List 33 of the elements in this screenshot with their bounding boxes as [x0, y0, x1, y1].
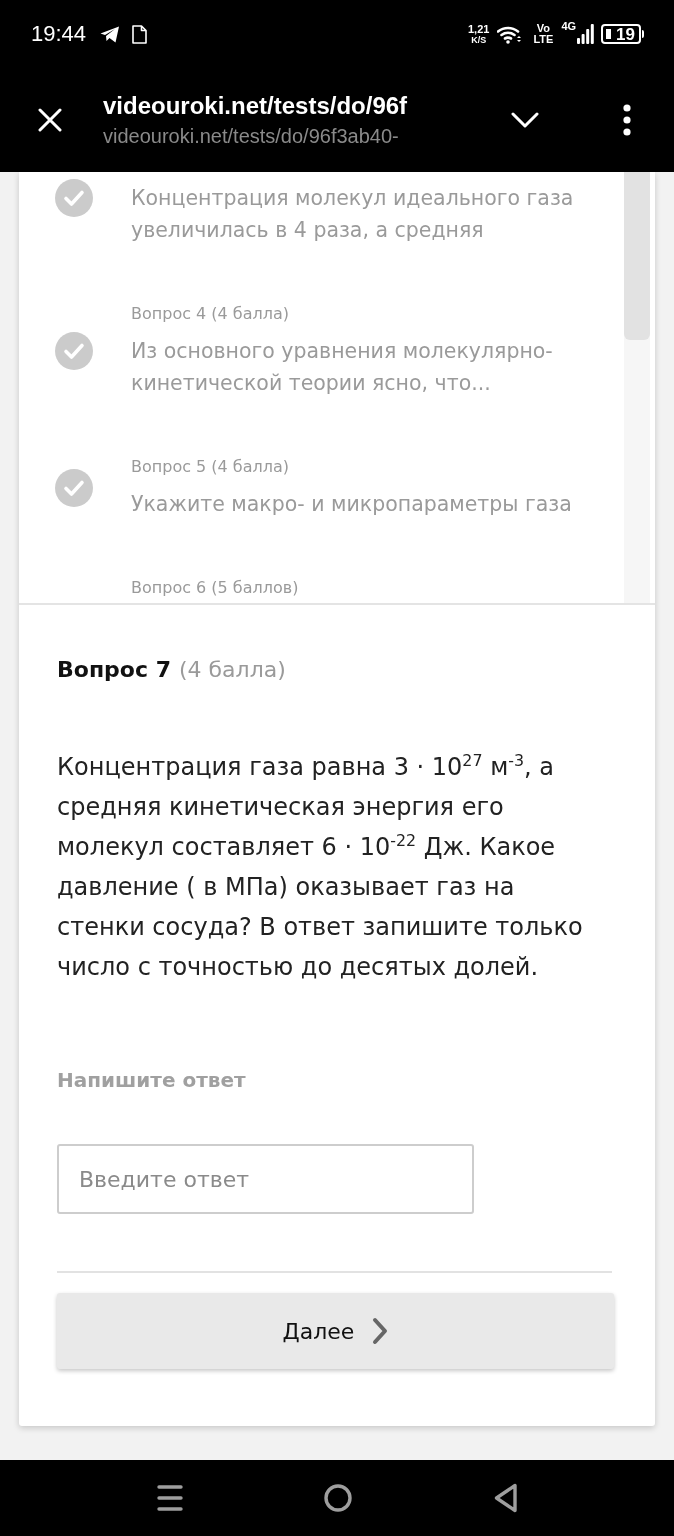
next-button[interactable]: Далее: [57, 1293, 614, 1369]
clock-time: 19:44: [31, 21, 87, 47]
battery-indicator: 19: [601, 24, 644, 44]
page-url: videouroki.net/tests/do/96f3ab40-: [103, 124, 400, 149]
question-title[interactable]: Из основного уравнения молекулярно-кинетической теории ясно, что...: [131, 335, 624, 399]
scrollbar-thumb[interactable]: [624, 172, 650, 340]
question-text: Концентрация газа равна 3 · 10$^{27}$ м$^{-3}$, а средняя кинетическая энергия его молекул составляет 6 · 10$^{-22}$ Дж. Какое давление ( в МПа) оказывает газ на стенки сосуда? В ответ запишите только число с точностью до десятых долей.: [57, 750, 584, 983]
wifi-icon: [497, 24, 524, 44]
close-icon[interactable]: [38, 108, 62, 132]
lte-label: LTE: [533, 34, 554, 45]
answer-label: Напишите ответ: [57, 1067, 247, 1094]
question-points-label: Вопрос 6 (5 баллов): [131, 577, 299, 599]
question-points: (4 балла): [178, 657, 286, 682]
menu-icon[interactable]: [157, 1484, 183, 1512]
network-speed: 1,21: [468, 23, 490, 35]
question-points-label: Вопрос 4 (4 балла): [131, 303, 290, 325]
volte-label: Vo: [536, 23, 551, 34]
paper-plane-icon: [100, 25, 121, 43]
network-type: 4G: [561, 20, 577, 32]
question-title[interactable]: Укажите макро- и микропараметры газа: [131, 488, 572, 520]
home-circle-icon[interactable]: [324, 1484, 352, 1512]
chevron-down-icon[interactable]: [511, 112, 539, 128]
network-speed-unit: K/S: [471, 34, 487, 45]
answer-input[interactable]: Введите ответ: [57, 1144, 474, 1214]
signal-icon: [577, 24, 595, 44]
question-points-label: Вопрос 5 (4 балла): [131, 456, 290, 478]
question-title[interactable]: Концентрация молекул идеального газа увеличилась в 4 раза, а средняя: [131, 182, 624, 246]
chevron-right-icon: [372, 1317, 389, 1345]
file-icon: [132, 24, 148, 44]
back-icon[interactable]: [494, 1483, 518, 1513]
page-title: videouroki.net/tests/do/96f: [103, 91, 409, 121]
question-number: Вопрос 7: [57, 657, 171, 682]
more-menu-icon[interactable]: [623, 104, 631, 136]
